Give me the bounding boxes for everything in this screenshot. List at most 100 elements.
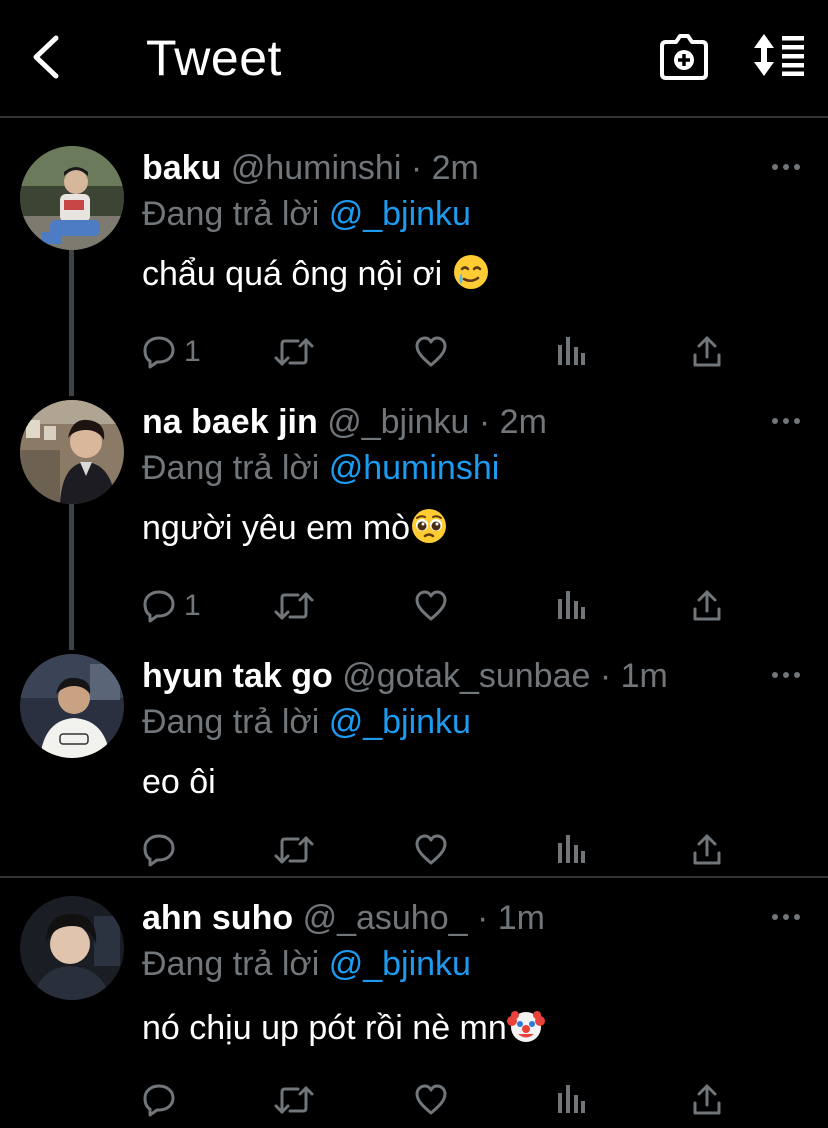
separator-dot: ·	[469, 403, 500, 441]
share-button[interactable]	[692, 586, 722, 626]
display-name[interactable]: na baek jin	[142, 403, 318, 441]
separator-dot: ·	[401, 149, 432, 187]
share-icon	[693, 1084, 721, 1115]
analytics-icon	[558, 337, 585, 365]
user-handle[interactable]: @gotak_sunbae	[342, 657, 590, 695]
reply-button[interactable]: 1	[142, 332, 201, 372]
heart-icon	[415, 336, 447, 367]
display-name[interactable]: hyun tak go	[142, 657, 333, 695]
share-icon	[693, 834, 721, 865]
action-bar: 1	[142, 586, 802, 626]
replying-to-label: Đang trả lời	[142, 195, 329, 233]
share-button[interactable]	[692, 830, 722, 870]
tweet-body: nó chịu up pót rồi nè mn	[142, 1009, 507, 1047]
replying-to: Đang trả lời @_bjinku	[142, 192, 471, 236]
tweet-divider	[0, 876, 828, 878]
reply-count: 1	[184, 335, 201, 368]
more-horizontal-icon	[772, 672, 800, 678]
analytics-button[interactable]	[556, 586, 586, 626]
user-handle[interactable]: @huminshi	[231, 149, 402, 187]
mention-link[interactable]: @_bjinku	[329, 703, 471, 741]
reply-button[interactable]	[142, 1080, 176, 1120]
tweet-header: hyun tak go @gotak_sunbae · 1m	[142, 654, 668, 698]
more-button[interactable]	[770, 668, 802, 682]
mention-link[interactable]: @_bjinku	[329, 945, 471, 983]
retweet-icon	[274, 592, 314, 620]
share-button[interactable]	[692, 332, 722, 372]
action-bar	[142, 830, 802, 870]
top-bar: Tweet	[0, 0, 828, 116]
tweet-text: người yêu em mò	[142, 506, 448, 550]
sort-icon	[754, 34, 804, 76]
like-button[interactable]	[414, 332, 448, 372]
replying-to: Đang trả lời @_bjinku	[142, 942, 471, 986]
action-bar	[142, 1080, 802, 1120]
timestamp: 2m	[431, 149, 479, 187]
analytics-button[interactable]	[556, 332, 586, 372]
more-horizontal-icon	[772, 914, 800, 920]
avatar[interactable]	[20, 654, 124, 758]
mention-link[interactable]: @huminshi	[329, 449, 500, 487]
reply-icon	[143, 834, 175, 867]
retweet-button[interactable]	[274, 332, 314, 372]
clown-face-emoji	[506, 1011, 545, 1042]
more-button[interactable]	[770, 910, 802, 924]
display-name[interactable]: baku	[142, 149, 221, 187]
pleading-face-emoji	[412, 509, 447, 543]
sort-button[interactable]	[752, 34, 806, 76]
avatar[interactable]	[20, 400, 124, 504]
reply-count: 1	[184, 589, 201, 622]
retweet-icon	[274, 1086, 314, 1114]
camera-plus-icon	[660, 34, 708, 80]
header-divider	[0, 116, 828, 118]
user-handle[interactable]: @_asuho_	[303, 899, 468, 937]
tweet-body: eo ôi	[142, 763, 216, 801]
back-button[interactable]	[26, 34, 66, 80]
reply-icon	[143, 590, 175, 623]
reply-button[interactable]	[142, 830, 176, 870]
tweet-text: eo ôi	[142, 760, 216, 804]
reply-button[interactable]: 1	[142, 586, 201, 626]
separator-dot: ·	[590, 657, 621, 695]
share-button[interactable]	[692, 1080, 722, 1120]
reply-icon	[143, 336, 175, 369]
tweet-header: na baek jin @_bjinku · 2m	[142, 400, 547, 444]
replying-to: Đang trả lời @_bjinku	[142, 700, 471, 744]
more-horizontal-icon	[772, 418, 800, 424]
page-title: Tweet	[146, 30, 282, 86]
reply-icon	[143, 1084, 175, 1117]
like-button[interactable]	[414, 830, 448, 870]
retweet-button[interactable]	[274, 586, 314, 626]
tweet-body: chẩu quá ông nội ơi	[142, 255, 443, 293]
timestamp: 1m	[620, 657, 668, 695]
analytics-button[interactable]	[556, 830, 586, 870]
timestamp: 2m	[499, 403, 547, 441]
thread-connector	[69, 250, 74, 396]
camera-button[interactable]	[660, 34, 708, 80]
analytics-icon	[558, 1085, 585, 1113]
tweet-text: chẩu quá ông nội ơi	[142, 252, 490, 296]
analytics-icon	[558, 835, 585, 863]
retweet-icon	[274, 836, 314, 864]
avatar[interactable]	[20, 896, 124, 1000]
more-horizontal-icon	[772, 164, 800, 170]
retweet-button[interactable]	[274, 1080, 314, 1120]
display-name[interactable]: ahn suho	[142, 899, 293, 937]
analytics-button[interactable]	[556, 1080, 586, 1120]
more-button[interactable]	[770, 160, 802, 174]
timestamp: 1m	[497, 899, 545, 937]
user-handle[interactable]: @_bjinku	[327, 403, 469, 441]
action-bar: 1	[142, 332, 802, 372]
like-button[interactable]	[414, 1080, 448, 1120]
replying-to-label: Đang trả lời	[142, 449, 329, 487]
chevron-left-icon	[33, 35, 59, 79]
retweet-button[interactable]	[274, 830, 314, 870]
crying-smile-emoji	[453, 255, 488, 289]
mention-link[interactable]: @_bjinku	[329, 195, 471, 233]
tweet-header: ahn suho @_asuho_ · 1m	[142, 896, 545, 940]
tweet-text: nó chịu up pót rồi nè mn	[142, 1006, 545, 1050]
retweet-icon	[274, 338, 314, 366]
more-button[interactable]	[770, 414, 802, 428]
like-button[interactable]	[414, 586, 448, 626]
avatar[interactable]	[20, 146, 124, 250]
